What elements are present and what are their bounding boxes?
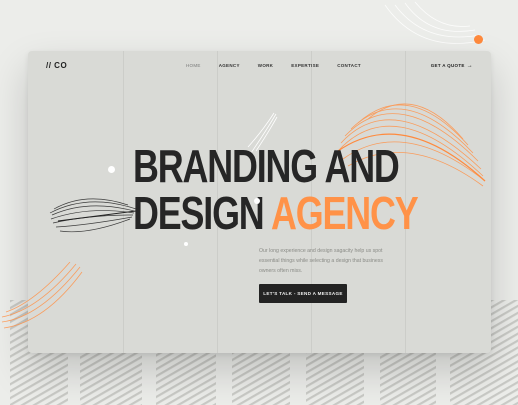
- white-dot: [184, 242, 188, 246]
- send-message-button[interactable]: LET'S TALK - SEND A MESSAGE: [259, 284, 347, 303]
- nav-home[interactable]: HOME: [186, 63, 201, 68]
- headline-line-2: DESIGN AGENCY: [133, 187, 419, 239]
- hero-description: Our long experience and design sagacity …: [259, 248, 383, 274]
- headline-line-1: BRANDING AND: [133, 140, 400, 192]
- brand-logo[interactable]: // CO: [46, 61, 67, 70]
- dark-feather-icon: [49, 198, 137, 233]
- arrow-right-icon: →: [466, 62, 473, 69]
- orange-dot: [474, 35, 483, 44]
- white-dot: [108, 166, 115, 173]
- nav-work[interactable]: WORK: [258, 63, 273, 68]
- headline-accent: AGENCY: [271, 187, 419, 239]
- white-dot: [254, 198, 260, 204]
- nav-agency[interactable]: AGENCY: [219, 63, 240, 68]
- nav-contact[interactable]: CONTACT: [337, 63, 361, 68]
- main-nav: HOME AGENCY WORK EXPERTISE CONTACT: [186, 63, 379, 68]
- get-a-quote-link[interactable]: GET A QUOTE →: [430, 62, 473, 69]
- hero-card: // CO HOME AGENCY WORK EXPERTISE CONTACT…: [28, 51, 491, 353]
- get-a-quote-label: GET A QUOTE: [430, 63, 465, 68]
- nav-expertise[interactable]: EXPERTISE: [291, 63, 319, 68]
- headline-plain: DESIGN: [133, 187, 265, 239]
- hero-headline: BRANDING AND DESIGN AGENCY: [133, 143, 433, 237]
